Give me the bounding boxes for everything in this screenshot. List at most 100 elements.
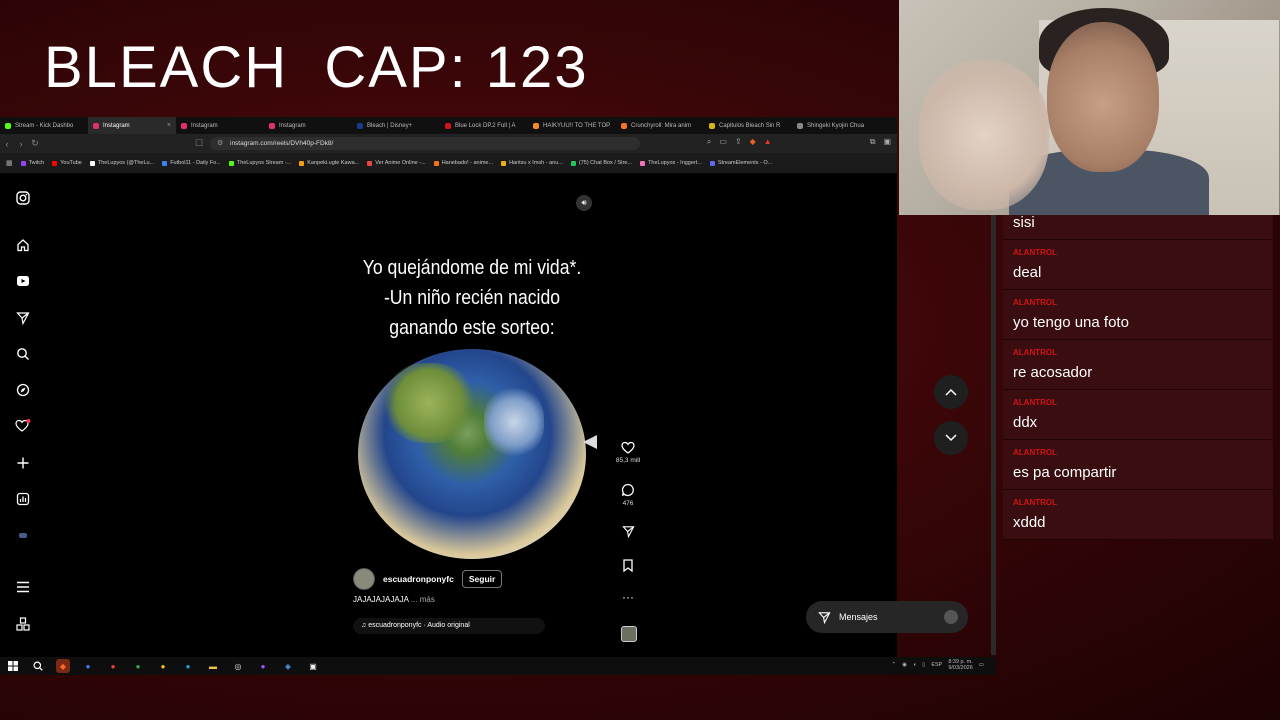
system-tray: ⌃ ◉ ◖ ▯ ESP 8:39 p. m. 9/03/2026 ▭ bbox=[892, 659, 984, 671]
reel-author: escuadronponyfc Seguir bbox=[353, 568, 503, 590]
cast-icon[interactable]: ▭ bbox=[719, 137, 727, 147]
browser-tab[interactable]: Crunchyroll: Mira anim bbox=[616, 117, 704, 134]
audio-thumbnail[interactable] bbox=[621, 626, 637, 642]
brave-browser-icon[interactable]: ◆ bbox=[56, 659, 70, 673]
browser-tab[interactable]: Shingeki Kyojin Chua bbox=[792, 117, 880, 134]
audio-label: escuadronponyfc · Audio original bbox=[368, 622, 470, 629]
apps-grid-icon[interactable]: ▦ bbox=[6, 159, 13, 167]
browser-tab[interactable]: Instagram × bbox=[88, 117, 176, 134]
next-reel-button[interactable] bbox=[934, 421, 968, 455]
chrome-icon-3[interactable]: ● bbox=[156, 659, 170, 673]
more-link[interactable]: ... más bbox=[411, 595, 435, 604]
windows-start-icon[interactable] bbox=[6, 659, 20, 673]
audio-track[interactable]: ♫ escuadronponyfc · Audio original bbox=[353, 618, 545, 634]
explore-icon[interactable] bbox=[14, 381, 32, 399]
network-icon[interactable]: ◉ bbox=[902, 662, 907, 668]
mouse-cursor-icon bbox=[583, 435, 597, 449]
tab-label: Crunchyroll: Mira anim bbox=[631, 122, 692, 129]
notifications-icon[interactable]: ▭ bbox=[979, 662, 984, 668]
reload-icon[interactable]: ↻ bbox=[28, 138, 42, 149]
browser-tab[interactable]: Instagram bbox=[176, 117, 264, 134]
notifications-heart-icon[interactable] bbox=[14, 417, 32, 435]
search-icon[interactable] bbox=[14, 345, 32, 363]
dashboard-icon[interactable] bbox=[14, 490, 32, 508]
also-from-meta-icon[interactable] bbox=[14, 615, 32, 633]
like-button[interactable]: 85,3 mill bbox=[612, 441, 644, 464]
previous-reel-button[interactable] bbox=[934, 375, 968, 409]
clock[interactable]: 8:39 p. m. 9/03/2026 bbox=[948, 659, 972, 671]
tab-favicon-icon bbox=[797, 122, 803, 129]
volume-tray-icon[interactable]: ◖ bbox=[913, 662, 916, 668]
menu-hamburger-icon[interactable] bbox=[14, 578, 32, 596]
bookmark-item[interactable]: StreamElements - O... bbox=[709, 160, 772, 166]
zoom-icon[interactable]: ⌕ bbox=[707, 137, 711, 147]
tray-chevron-icon[interactable]: ⌃ bbox=[892, 662, 897, 668]
bookmark-item[interactable]: Futbol11 - Daily Fo... bbox=[162, 160, 221, 166]
reels-icon[interactable] bbox=[14, 272, 32, 290]
author-handle[interactable]: escuadronponyfc bbox=[383, 574, 454, 584]
share-button[interactable] bbox=[612, 525, 644, 543]
sidebar-toggle-icon[interactable]: ▣ bbox=[883, 137, 891, 147]
browser-tab[interactable]: Capitulos Bleach Sin R bbox=[704, 117, 792, 134]
bookmark-page-icon[interactable]: ☐ bbox=[192, 138, 206, 149]
chrome-icon-2[interactable]: ● bbox=[131, 659, 145, 673]
bookmark-item[interactable]: Twitch bbox=[20, 160, 44, 166]
back-icon[interactable]: ‹ bbox=[0, 139, 14, 149]
bookmark-item[interactable]: YouTube bbox=[52, 160, 82, 166]
app-icon-white[interactable]: ▣ bbox=[306, 659, 320, 673]
battery-icon[interactable]: ▯ bbox=[922, 662, 925, 668]
person-hand bbox=[919, 60, 1049, 210]
bookmark-item[interactable]: Hantsu x Imsh - anu... bbox=[501, 160, 563, 166]
browser-tab[interactable]: Stream - Kick Dashbo bbox=[0, 117, 88, 134]
language-indicator[interactable]: ESP bbox=[931, 662, 942, 668]
site-info-icon[interactable]: ⚙ bbox=[217, 137, 223, 150]
browser-tab[interactable]: HAIKYUU!! TO THE TOP bbox=[528, 117, 616, 134]
instagram-logo-icon[interactable] bbox=[14, 189, 32, 207]
author-avatar[interactable] bbox=[353, 568, 375, 590]
taskbar-search-icon[interactable] bbox=[31, 659, 45, 673]
forward-icon[interactable]: › bbox=[14, 139, 28, 149]
bookmark-item[interactable]: Kanpeki.ugte Kawa... bbox=[299, 160, 359, 166]
follow-button[interactable]: Seguir bbox=[461, 570, 503, 588]
rewards-icon[interactable]: ▲ bbox=[764, 137, 772, 147]
bookmark-item[interactable]: Hanebado! - anime... bbox=[433, 160, 493, 166]
bookmark-item[interactable]: Ver Anime Online -... bbox=[367, 160, 426, 166]
comment-button[interactable]: 476 bbox=[612, 483, 644, 507]
volume-icon[interactable]: 🔊︎ bbox=[576, 195, 592, 211]
app-icon-2[interactable]: ● bbox=[81, 659, 95, 673]
messages-button[interactable]: Mensajes bbox=[806, 601, 968, 633]
bookmark-favicon-icon bbox=[570, 160, 576, 166]
brave-shields-icon[interactable]: ◆ bbox=[750, 137, 756, 147]
chat-username: ALANTROL bbox=[1013, 348, 1057, 357]
browser-tab[interactable]: Instagram bbox=[264, 117, 352, 134]
url-field[interactable]: ⚙ instagram.com/reels/DVh40p-FDk8/ bbox=[210, 137, 640, 150]
chat-text: re acosador bbox=[1013, 364, 1093, 381]
tab-favicon-icon bbox=[621, 122, 627, 129]
bookmark-item[interactable]: (75) Chat Box / Stre... bbox=[570, 160, 632, 166]
bookmark-favicon-icon bbox=[299, 160, 305, 166]
send-icon[interactable] bbox=[14, 309, 32, 327]
more-options-icon[interactable]: ··· bbox=[612, 590, 644, 604]
chrome-icon[interactable]: ● bbox=[106, 659, 120, 673]
page-scrollbar[interactable] bbox=[991, 215, 996, 655]
cloud-shape bbox=[484, 387, 544, 457]
bookmark-item[interactable]: TheLupyos - Inggert... bbox=[640, 160, 702, 166]
file-explorer-icon[interactable]: ▬ bbox=[206, 659, 220, 673]
app-icon-blue[interactable]: ◈ bbox=[281, 659, 295, 673]
close-tab-icon[interactable]: × bbox=[167, 122, 171, 129]
browser-tab[interactable]: Blue Lock DP.2 Full | A bbox=[440, 117, 528, 134]
home-icon[interactable] bbox=[14, 236, 32, 254]
reel-video[interactable]: 🔊︎ Yo quejándome de mi vida*. -Un niño r… bbox=[344, 187, 600, 645]
extensions-icon[interactable]: ⧉ bbox=[870, 137, 876, 147]
create-plus-icon[interactable] bbox=[14, 454, 32, 472]
browser-tab[interactable]: Bleach | Disney+ bbox=[352, 117, 440, 134]
save-button[interactable] bbox=[612, 559, 644, 577]
edge-icon[interactable]: ● bbox=[181, 659, 195, 673]
obs-icon[interactable]: ◎ bbox=[231, 659, 245, 673]
profile-avatar-icon[interactable] bbox=[14, 526, 32, 544]
share-icon[interactable]: ⇪ bbox=[735, 137, 742, 147]
bookmark-item[interactable]: TheLupyos Stream -... bbox=[228, 160, 291, 166]
bookmark-item[interactable]: TheLupyos (@TheLu... bbox=[89, 160, 154, 166]
app-icon-purple[interactable]: ● bbox=[256, 659, 270, 673]
bookmarks-bar: ▦ Twitch YouTube TheLupyos (@TheLu... Futbo… bbox=[0, 153, 897, 173]
